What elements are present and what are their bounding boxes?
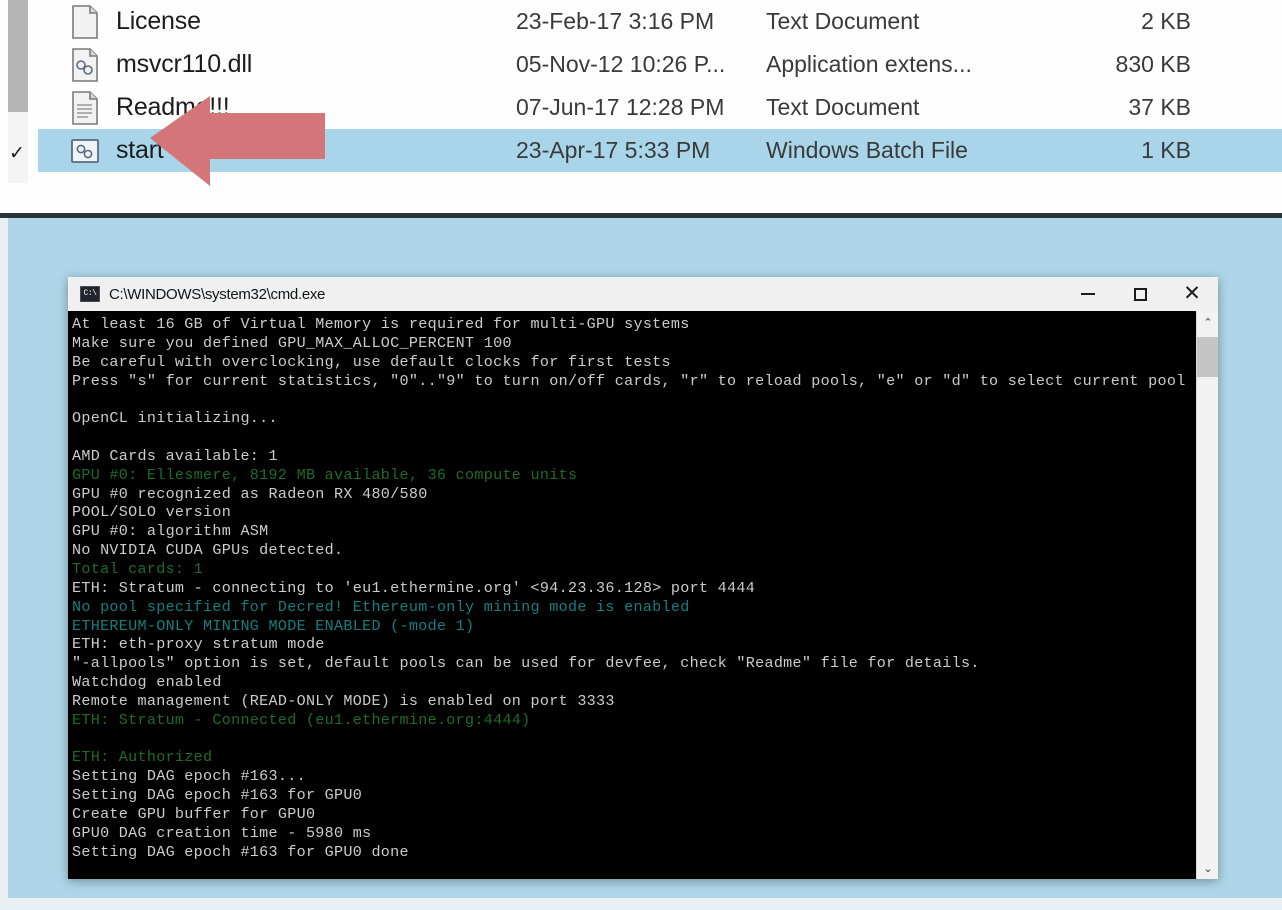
table-row[interactable]: msvcr110.dll 05-Nov-12 10:26 P... Applic…: [38, 43, 1282, 86]
console-line: GPU #0: Ellesmere, 8192 MB available, 36…: [72, 465, 578, 484]
console-line: GPU #0 recognized as Radeon RX 480/580: [72, 484, 428, 503]
console-line: "-allpools" option is set, default pools…: [72, 654, 980, 673]
console-line: Setting DAG epoch #163 for GPU0 done: [72, 842, 409, 861]
scroll-up-button[interactable]: ⌃: [1197, 311, 1218, 333]
file-date-modified: 07-Jun-17 12:28 PM: [516, 94, 725, 120]
window-title: C:\WINDOWS\system32\cmd.exe: [109, 285, 326, 303]
console-line: ETHEREUM-ONLY MINING MODE ENABLED (-mode…: [72, 616, 475, 635]
table-row[interactable]: Readme!!! 07-Jun-17 12:28 PM Text Docume…: [38, 86, 1282, 129]
console-line: Make sure you defined GPU_MAX_ALLOC_PERC…: [72, 333, 512, 352]
desktop-left-edge: [0, 218, 8, 910]
text-document-icon: [68, 3, 102, 41]
dll-file-icon: [68, 46, 102, 84]
console-line: Watchdog enabled: [72, 673, 222, 692]
file-rows-container: License 23-Feb-17 3:16 PM Text Document …: [38, 0, 1282, 183]
table-row[interactable]: License 23-Feb-17 3:16 PM Text Document …: [38, 0, 1282, 43]
minimize-button[interactable]: [1062, 277, 1114, 311]
minimize-icon: [1081, 293, 1095, 295]
console-line: No pool specified for Decred! Ethereum-o…: [72, 597, 690, 616]
console-line: GPU0 DAG creation time - 5980 ms: [72, 823, 372, 842]
cmd-console-window: C:\ C:\WINDOWS\system32\cmd.exe ✕ At lea…: [68, 277, 1218, 879]
file-name: msvcr110.dll: [116, 50, 253, 78]
maximize-button[interactable]: [1114, 277, 1166, 311]
cmd-title-bar[interactable]: C:\ C:\WINDOWS\system32\cmd.exe ✕: [68, 277, 1218, 311]
explorer-scrollbar-thumb[interactable]: [8, 0, 28, 112]
file-type: Text Document: [766, 94, 920, 120]
console-line: GPU #0: algorithm ASM: [72, 522, 269, 541]
file-date-modified: 23-Apr-17 5:33 PM: [516, 137, 711, 163]
console-output-area[interactable]: At least 16 GB of Virtual Memory is requ…: [68, 311, 1218, 879]
file-date-modified: 05-Nov-12 10:26 P...: [516, 51, 726, 77]
file-date-modified: 23-Feb-17 3:16 PM: [516, 8, 715, 34]
scroll-down-button[interactable]: ⌄: [1197, 857, 1218, 879]
file-type: Windows Batch File: [766, 137, 968, 163]
file-size: 830 KB: [1115, 51, 1191, 77]
file-type: Text Document: [766, 8, 920, 34]
console-line: ETH: Stratum - connecting to 'eu1.etherm…: [72, 578, 756, 597]
desktop-bottom-edge: [0, 898, 1282, 910]
file-size: 2 KB: [1141, 8, 1191, 34]
file-name: start: [116, 136, 164, 164]
console-line: Press "s" for current statistics, "0".."…: [72, 371, 1186, 390]
console-line: ETH: Authorized: [72, 748, 213, 767]
file-name: License: [116, 7, 201, 35]
console-vertical-scrollbar[interactable]: ⌃ ⌄: [1196, 311, 1218, 879]
file-type: Application extens...: [766, 51, 972, 77]
console-line: Remote management (READ-ONLY MODE) is en…: [72, 691, 615, 710]
console-line: Be careful with overclocking, use defaul…: [72, 352, 671, 371]
console-scrollbar-thumb[interactable]: [1197, 337, 1218, 377]
console-line: Setting DAG epoch #163 for GPU0: [72, 786, 363, 805]
console-line: Total cards: 1: [72, 559, 204, 578]
console-line: ETH: Stratum - Connected (eu1.ethermine.…: [72, 710, 531, 729]
console-line: ETH: eth-proxy stratum mode: [72, 635, 325, 654]
console-line: OpenCL initializing...: [72, 409, 278, 428]
maximize-icon: [1133, 287, 1147, 301]
close-button[interactable]: ✕: [1166, 277, 1218, 311]
file-size: 37 KB: [1128, 94, 1191, 120]
console-line: No NVIDIA CUDA GPUs detected.: [72, 541, 344, 560]
batch-file-icon: [68, 132, 102, 170]
file-size: 1 KB: [1141, 137, 1191, 163]
console-line: AMD Cards available: 1: [72, 446, 278, 465]
console-line: At least 16 GB of Virtual Memory is requ…: [72, 315, 690, 333]
console-line: Setting DAG epoch #163...: [72, 767, 306, 786]
console-app-icon: C:\: [80, 286, 100, 302]
close-icon: ✕: [1183, 282, 1201, 305]
text-document-icon: [68, 89, 102, 127]
window-controls: ✕: [1062, 277, 1218, 311]
console-line: Create GPU buffer for GPU0: [72, 804, 316, 823]
table-row-selected[interactable]: start 23-Apr-17 5:33 PM Windows Batch Fi…: [38, 129, 1282, 172]
file-name: Readme!!!: [116, 93, 230, 121]
file-explorer-list: ✓ License 23-Feb-17 3:16 PM Text Documen…: [0, 0, 1282, 213]
console-text: At least 16 GB of Virtual Memory is requ…: [72, 315, 1192, 861]
screenshot-root: ✓ License 23-Feb-17 3:16 PM Text Documen…: [0, 0, 1282, 910]
console-line: POOL/SOLO version: [72, 503, 232, 522]
row-checkbox-check-icon[interactable]: ✓: [2, 137, 32, 169]
